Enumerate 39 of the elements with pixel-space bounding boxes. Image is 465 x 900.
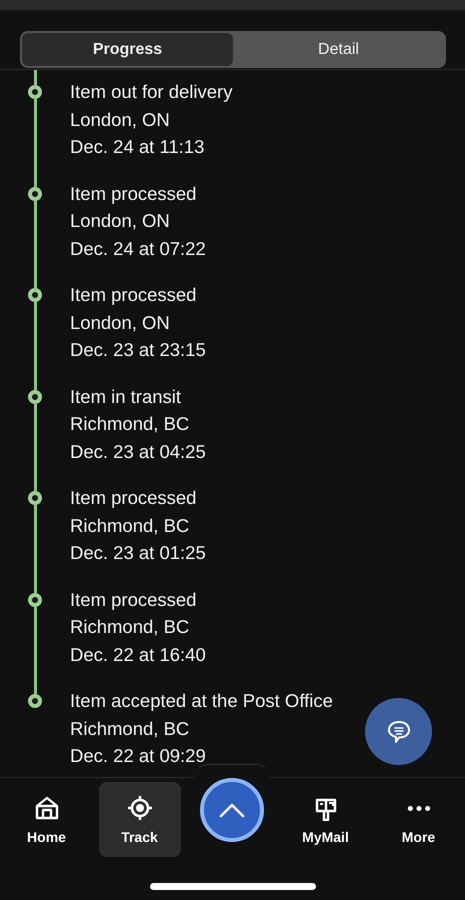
nav-item[interactable]: Track (98, 782, 180, 857)
event-time: Dec. 23 at 01:25 (70, 541, 206, 565)
target-icon (126, 794, 152, 820)
event-location: London, ON (70, 108, 171, 132)
event-status: Item processed (70, 588, 198, 612)
event-location: London, ON (70, 209, 171, 233)
event-status: Item out for delivery (70, 80, 232, 104)
timeline-dot (28, 186, 42, 200)
nav-item[interactable]: MyMail (284, 782, 366, 857)
event-time: Dec. 24 at 07:22 (70, 236, 206, 260)
event-status: Item processed (70, 182, 198, 206)
nav-item[interactable]: More (378, 782, 460, 857)
event-status: Item accepted at the Post Office (70, 689, 333, 713)
chat-icon (386, 718, 412, 744)
house-icon (34, 794, 60, 820)
event-location: Richmond, BC (70, 412, 190, 436)
timeline-dot (28, 491, 42, 505)
event-status: Item processed (70, 486, 198, 510)
nav-item[interactable]: Home (6, 782, 88, 857)
event-time: Dec. 23 at 23:15 (70, 338, 206, 362)
event-time: Dec. 22 at 09:29 (70, 744, 207, 768)
timeline-dot (28, 390, 42, 404)
timeline-dot (28, 592, 42, 606)
event-time: Dec. 22 at 16:40 (70, 642, 206, 666)
timeline-dot (28, 694, 42, 708)
event-status: Item in transit (70, 384, 182, 408)
tab[interactable]: Detail (233, 33, 444, 66)
timeline-dot (28, 85, 42, 99)
more-icon (406, 804, 432, 812)
event-status: Item processed (70, 283, 198, 307)
tab[interactable]: Progress (22, 33, 233, 66)
event-location: Richmond, BC (70, 615, 190, 639)
event-time: Dec. 23 at 04:25 (70, 440, 206, 464)
event-time: Dec. 24 at 11:13 (70, 135, 206, 159)
timeline-dot (28, 288, 42, 302)
chevron-up-icon (219, 802, 245, 818)
event-location: London, ON (70, 310, 171, 334)
event-location: Richmond, BC (70, 716, 190, 740)
event-location: Richmond, BC (70, 514, 190, 538)
